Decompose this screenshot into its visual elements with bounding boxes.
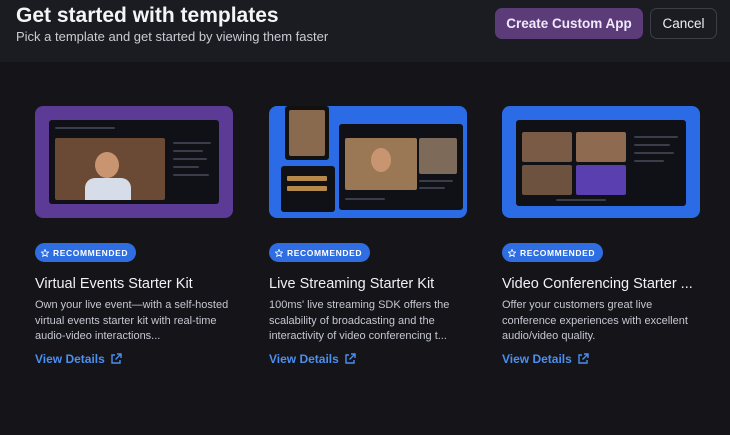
chat-line [419,187,445,189]
recommended-badge: RECOMMENDED [502,243,604,262]
card-title: Live Streaming Starter Kit [269,276,435,292]
video-tile [576,132,626,162]
view-details-link[interactable]: View Details [269,352,356,366]
video-tile [345,138,417,190]
chat-line [173,142,211,144]
recommended-badge: RECOMMENDED [269,243,371,262]
chat-line [634,160,664,162]
app-preview [339,124,463,210]
toolbar-line [55,127,115,129]
badge-label: RECOMMENDED [287,247,363,258]
screen-share-tile [576,165,626,195]
app-preview [49,120,219,204]
card-description: 100ms' live streaming SDK offers the sca… [269,299,450,342]
template-card-live-streaming[interactable]: RECOMMENDED Live Streaming Starter Kit 1… [269,106,469,366]
card-description: Offer your customers great live conferen… [502,299,688,342]
chat-line [634,144,670,146]
star-icon [41,248,49,257]
chat-line [634,152,674,154]
emoji-row [287,186,327,191]
template-card-virtual-events[interactable]: RECOMMENDED Virtual Events Starter Kit O… [35,106,235,366]
badge-label: RECOMMENDED [53,247,129,258]
star-icon [508,248,516,257]
badge-label: RECOMMENDED [520,247,596,258]
card-title: Video Conferencing Starter ... [502,276,693,292]
emoji-panel [281,166,335,212]
chat-line [173,174,209,176]
speaker-avatar [95,152,119,178]
recommended-badge: RECOMMENDED [35,243,137,262]
video-tile [419,138,457,174]
star-icon [275,248,283,257]
view-details-link[interactable]: View Details [35,352,122,366]
external-link-icon [345,353,356,364]
view-details-label: View Details [502,352,572,366]
template-thumbnail[interactable] [502,106,700,218]
card-description: Own your live event—with a self-hosted v… [35,299,229,342]
template-thumbnail[interactable] [269,106,467,218]
external-link-icon [578,353,589,364]
template-thumbnail[interactable] [35,106,233,218]
app-preview [516,120,686,206]
speaker-shirt [85,178,131,200]
page-header: Get started with templates Pick a templa… [0,0,730,62]
cancel-button[interactable]: Cancel [650,8,717,39]
template-card-video-conferencing[interactable]: RECOMMENDED Video Conferencing Starter .… [502,106,702,366]
emoji-row [287,176,327,181]
create-custom-app-button[interactable]: Create Custom App [495,8,643,39]
chat-line [634,136,678,138]
video-tile [289,110,325,156]
video-tile [522,132,572,162]
chat-line [173,158,207,160]
view-details-label: View Details [35,352,105,366]
chat-line [173,150,203,152]
toolbar-line [556,199,606,201]
chat-line [173,166,199,168]
external-link-icon [111,353,122,364]
speaker-avatar [371,148,391,172]
page-title: Get started with templates [16,4,279,27]
chat-line [419,180,453,182]
toolbar-line [345,198,385,200]
page-subtitle: Pick a template and get started by viewi… [16,29,329,44]
video-tile [55,138,165,200]
video-tile [522,165,572,195]
view-details-link[interactable]: View Details [502,352,589,366]
view-details-label: View Details [269,352,339,366]
card-title: Virtual Events Starter Kit [35,276,193,292]
phone-preview [285,106,329,160]
